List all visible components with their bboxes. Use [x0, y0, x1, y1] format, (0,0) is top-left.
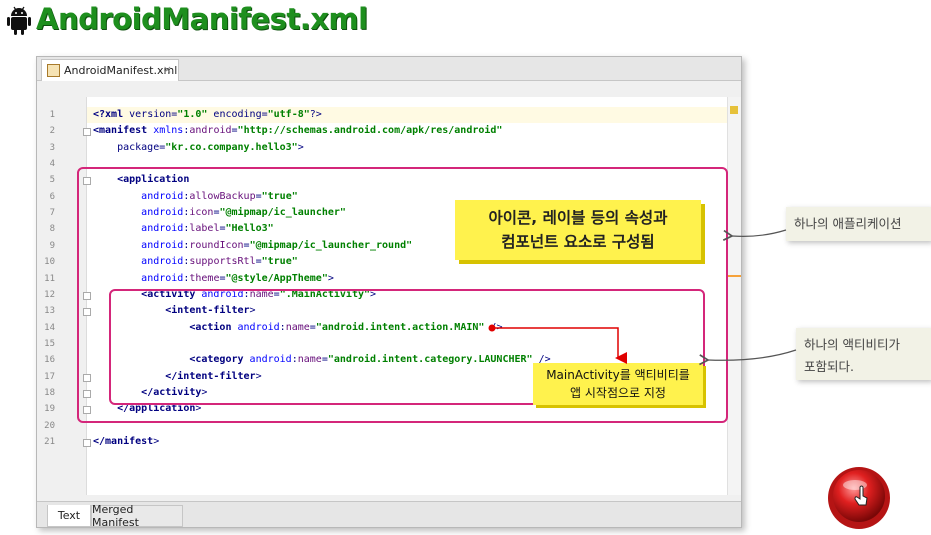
line-number: 18 [44, 387, 55, 398]
close-icon[interactable]: × [163, 63, 172, 76]
file-tab-label: AndroidManifest.xml [64, 64, 178, 77]
file-tab-androidmanifest[interactable]: AndroidManifest.xml × [41, 59, 179, 81]
line-number: 14 [44, 322, 55, 333]
line-number: 3 [49, 142, 55, 153]
line-number: 2 [49, 126, 55, 137]
line-number: 10 [44, 257, 55, 268]
code-line[interactable]: </manifest> [93, 436, 159, 447]
activity-callout-line2: 앱 시작점으로 지정 [570, 386, 666, 400]
application-callout-note: 아이콘, 레이블 등의 속성과 컴포넌트 요소로 구성됨 [455, 200, 701, 260]
side-note-application: 하나의 애플리케이션 [786, 207, 931, 241]
side-note-activity: 하나의 액티비티가 포함되다. [796, 328, 931, 380]
side-note-activity-line1: 하나의 액티비티가 [804, 337, 900, 352]
warning-marker[interactable] [730, 106, 738, 114]
fold-toggle-icon[interactable] [83, 128, 91, 137]
editor-tab-strip: AndroidManifest.xml × [37, 57, 741, 81]
code-line[interactable]: package="kr.co.company.hello3"> [93, 142, 304, 153]
line-number: 21 [44, 437, 55, 447]
bottom-tab-strip: Text Merged Manifest [37, 501, 741, 529]
record-button[interactable] [826, 465, 892, 531]
line-number: 17 [44, 371, 55, 382]
line-number: 15 [44, 338, 55, 349]
line-number: 16 [44, 355, 55, 366]
line-number: 19 [44, 404, 55, 415]
error-stripe-marker[interactable] [727, 275, 741, 277]
line-number: 8 [49, 224, 55, 235]
activity-callout-note: MainActivity를 액티비티를 앱 시작점으로 지정 [533, 363, 703, 405]
page-title: AndroidManifest.xml [36, 2, 368, 36]
line-number: 12 [44, 289, 55, 300]
xml-file-icon [47, 64, 60, 77]
line-number: 1 [49, 110, 55, 120]
activity-callout-line1: MainActivity를 액티비티를 [546, 368, 690, 382]
line-number: 5 [49, 175, 55, 186]
code-line[interactable]: <manifest xmlns:android="http://schemas.… [93, 125, 502, 136]
editor-scrollbar[interactable] [727, 97, 741, 495]
line-number: 9 [49, 240, 55, 251]
line-number: 4 [49, 159, 55, 170]
line-number: 11 [44, 273, 55, 284]
fold-toggle-icon[interactable] [83, 439, 91, 447]
android-robot-icon [7, 6, 31, 35]
tab-text[interactable]: Text [47, 505, 91, 527]
side-note-activity-line2: 포함되다. [804, 359, 854, 374]
side-note-application-text: 하나의 애플리케이션 [794, 216, 902, 231]
line-number: 13 [44, 306, 55, 317]
title-bar: AndroidManifest.xml [0, 0, 931, 46]
application-callout-line2: 컴포넌트 요소로 구성됨 [501, 233, 655, 251]
tab-merged-manifest[interactable]: Merged Manifest [91, 503, 183, 529]
line-number: 6 [49, 191, 55, 202]
line-number: 20 [44, 420, 55, 431]
application-callout-line1: 아이콘, 레이블 등의 속성과 [488, 209, 668, 227]
line-number: 7 [49, 208, 55, 219]
code-line[interactable]: <?xml version="1.0" encoding="utf-8"?> [93, 109, 322, 120]
